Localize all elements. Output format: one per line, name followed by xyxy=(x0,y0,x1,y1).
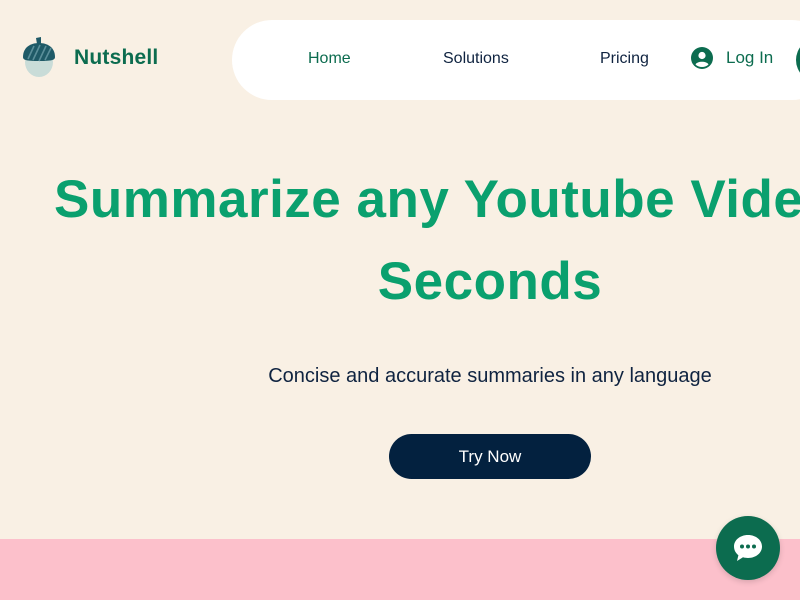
nav-item-home[interactable]: Home xyxy=(308,49,351,69)
try-now-button[interactable]: Try Now xyxy=(389,434,591,479)
page: Nutshell Home Solutions Pricing Log In S… xyxy=(0,0,800,600)
login-label: Log In xyxy=(726,48,774,67)
main-nav: Home Solutions Pricing Log In xyxy=(232,20,800,100)
hero-title-line1: Summarize any Youtube Video in xyxy=(54,170,800,229)
acorn-icon xyxy=(23,37,55,77)
hero-title-line2: Seconds xyxy=(377,252,603,311)
nav-item-solutions[interactable]: Solutions xyxy=(443,49,509,69)
brand-name: Nutshell xyxy=(74,46,159,69)
login-button[interactable]: Log In xyxy=(691,47,773,69)
nav-item-pricing[interactable]: Pricing xyxy=(600,49,649,69)
chat-button[interactable] xyxy=(716,516,780,580)
pink-section xyxy=(0,539,800,600)
hero-subtitle: Concise and accurate summaries in any la… xyxy=(268,365,712,387)
nav-action-button[interactable] xyxy=(796,38,800,82)
user-avatar-icon xyxy=(691,47,713,69)
chat-bubble-icon xyxy=(734,535,762,561)
logo[interactable]: Nutshell xyxy=(20,37,158,79)
